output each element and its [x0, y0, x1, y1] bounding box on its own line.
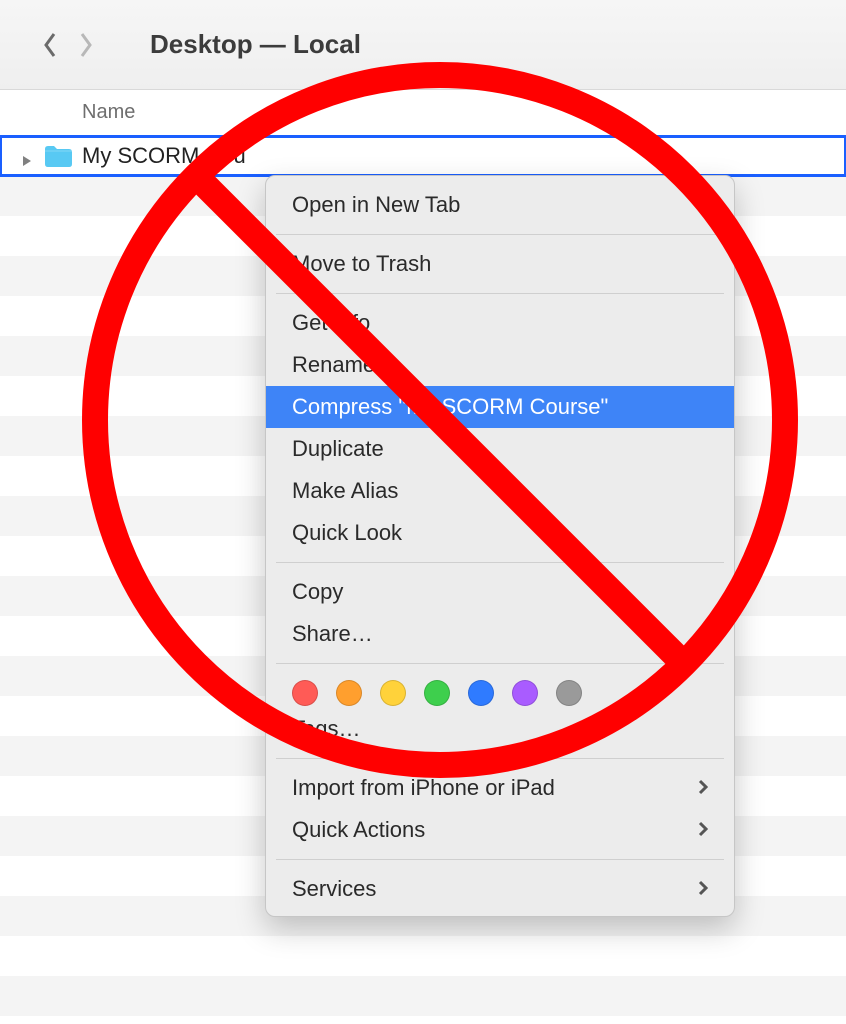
tag-dot-green[interactable] — [424, 680, 450, 706]
menu-compress[interactable]: Compress "My SCORM Course" — [266, 386, 734, 428]
menu-get-info[interactable]: Get Info — [266, 302, 734, 344]
menu-label: Compress "My SCORM Course" — [292, 392, 608, 422]
menu-open-new-tab[interactable]: Open in New Tab — [266, 184, 734, 226]
tag-dot-yellow[interactable] — [380, 680, 406, 706]
menu-move-to-trash[interactable]: Move to Trash — [266, 243, 734, 285]
tag-dot-blue[interactable] — [468, 680, 494, 706]
file-name-label: My SCORM Cou — [82, 143, 246, 169]
nav-back-button[interactable] — [38, 33, 62, 57]
menu-label: Open in New Tab — [292, 190, 460, 220]
menu-separator — [276, 663, 724, 664]
menu-separator — [276, 758, 724, 759]
menu-import-iphone[interactable]: Import from iPhone or iPad — [266, 767, 734, 809]
menu-label: Quick Actions — [292, 815, 425, 845]
menu-separator — [276, 293, 724, 294]
tag-dot-orange[interactable] — [336, 680, 362, 706]
chevron-right-icon — [698, 773, 708, 803]
column-name-header[interactable]: Name — [82, 101, 135, 124]
menu-label: Get Info — [292, 308, 370, 338]
folder-icon — [44, 145, 72, 167]
menu-make-alias[interactable]: Make Alias — [266, 470, 734, 512]
menu-quick-look[interactable]: Quick Look — [266, 512, 734, 554]
nav-forward-button[interactable] — [74, 33, 98, 57]
menu-label: Copy — [292, 577, 343, 607]
chevron-right-icon — [698, 874, 708, 904]
menu-separator — [276, 859, 724, 860]
menu-share[interactable]: Share… — [266, 613, 734, 655]
menu-label: Services — [292, 874, 376, 904]
menu-separator — [276, 234, 724, 235]
menu-label: Duplicate — [292, 434, 384, 464]
menu-separator — [276, 562, 724, 563]
menu-label: Rename — [292, 350, 375, 380]
menu-label: Share… — [292, 619, 373, 649]
context-menu: Open in New Tab Move to Trash Get Info R… — [265, 175, 735, 917]
menu-quick-actions[interactable]: Quick Actions — [266, 809, 734, 851]
menu-label: Tags… — [292, 714, 360, 744]
disclosure-triangle-icon[interactable] — [20, 148, 36, 164]
menu-tags[interactable]: Tags… — [266, 708, 734, 750]
column-header: Name — [0, 90, 846, 136]
window-title: Desktop — Local — [150, 29, 361, 60]
menu-duplicate[interactable]: Duplicate — [266, 428, 734, 470]
menu-label: Move to Trash — [292, 249, 431, 279]
menu-copy[interactable]: Copy — [266, 571, 734, 613]
menu-label: Make Alias — [292, 476, 398, 506]
chevron-right-icon — [698, 815, 708, 845]
file-row-empty — [0, 936, 846, 976]
tag-dot-gray[interactable] — [556, 680, 582, 706]
menu-label: Import from iPhone or iPad — [292, 773, 555, 803]
menu-label: Quick Look — [292, 518, 402, 548]
menu-services[interactable]: Services — [266, 868, 734, 910]
tag-color-row — [266, 672, 734, 708]
tag-dot-purple[interactable] — [512, 680, 538, 706]
menu-rename[interactable]: Rename — [266, 344, 734, 386]
file-row-selected[interactable]: My SCORM Cou — [0, 136, 846, 176]
file-row-empty — [0, 976, 846, 1016]
toolbar: Desktop — Local — [0, 0, 846, 90]
tag-dot-red[interactable] — [292, 680, 318, 706]
